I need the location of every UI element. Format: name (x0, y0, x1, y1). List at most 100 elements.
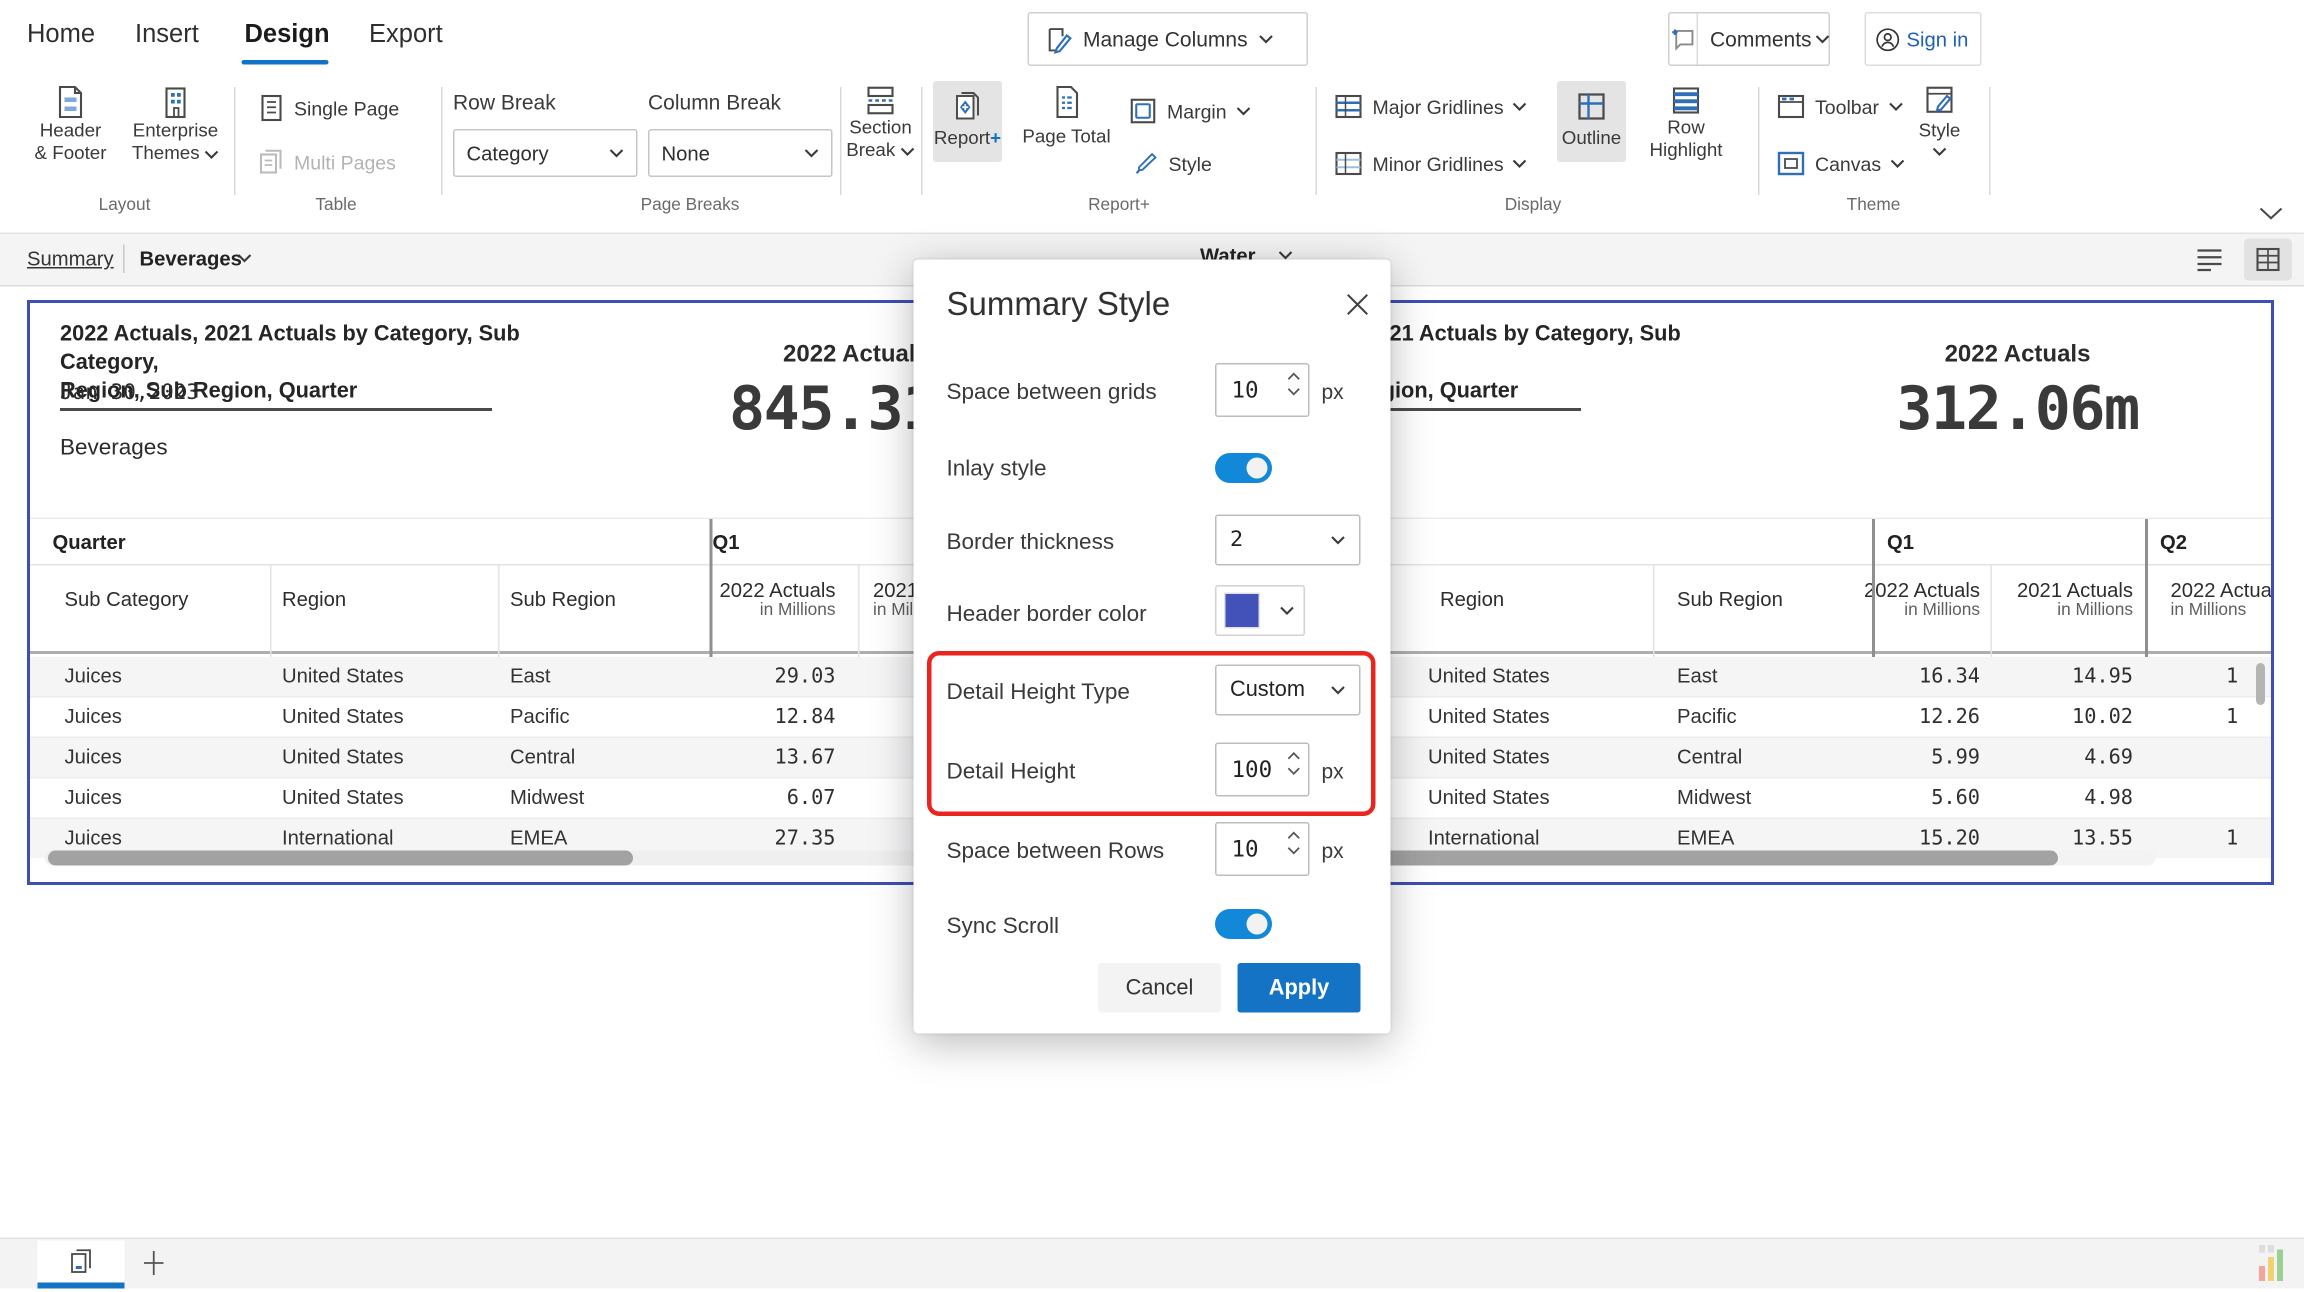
multi-pages-button[interactable]: Multi Pages (258, 147, 396, 177)
ribbon: Home Insert Design Export Manage Columns… (0, 0, 2304, 234)
row-highlight-label-2: Highlight (1650, 140, 1723, 163)
comments-button[interactable]: Comments (1668, 12, 1830, 66)
page-tab-active[interactable] (38, 1241, 125, 1283)
collapse-ribbon-chevron[interactable] (2259, 207, 2283, 221)
active-tab-underline (242, 60, 329, 65)
copy-page-icon (69, 1248, 93, 1275)
canvas-label: Canvas (1815, 152, 1881, 175)
grid-view-toggle[interactable] (2244, 239, 2292, 281)
detail-height-label: Detail Height (947, 759, 1076, 785)
left-q1-header: Q1 (713, 531, 740, 554)
border-thickness-select[interactable]: 2 (1215, 515, 1361, 566)
tab-insert[interactable]: Insert (135, 20, 199, 50)
vertical-scrollbar-thumb[interactable] (2256, 663, 2265, 705)
px-unit: px (1322, 759, 1344, 783)
enterprise-themes-label-2: Themes (132, 143, 200, 166)
group-label-table: Table (315, 197, 356, 215)
stepper-arrows[interactable] (1287, 752, 1301, 776)
left-category-label: Beverages (60, 435, 168, 461)
major-gridlines-label: Major Gridlines (1373, 95, 1504, 118)
theme-style-label: Style (1919, 120, 1961, 143)
cancel-button[interactable]: Cancel (1098, 963, 1221, 1013)
row-break-select[interactable]: Category (453, 129, 638, 177)
inlay-style-label: Inlay style (947, 456, 1047, 482)
single-page-label: Single Page (294, 97, 399, 120)
row-highlight-label-1: Row (1667, 117, 1705, 140)
apply-button[interactable]: Apply (1238, 963, 1361, 1013)
right-kpi-label: 2022 Actuals (1945, 342, 2091, 369)
section-break-button[interactable]: Section Break (845, 84, 917, 162)
theme-style-button[interactable]: Style (1902, 84, 1977, 156)
section-break-label-1: Section (849, 117, 912, 140)
horizontal-scrollbar-thumb[interactable] (48, 851, 633, 866)
single-page-button[interactable]: Single Page (258, 93, 399, 123)
report-style-button[interactable]: Style (1133, 150, 1212, 177)
row-highlight-button[interactable]: Row Highlight (1644, 84, 1728, 162)
space-between-rows-input[interactable]: 10 (1215, 822, 1310, 876)
group-label-page-breaks: Page Breaks (641, 197, 740, 215)
space-between-rows-label: Space between Rows (947, 839, 1165, 865)
outline-button[interactable]: Outline (1557, 81, 1626, 162)
active-page-indicator (38, 1283, 125, 1288)
minor-gridlines-icon (1334, 150, 1364, 177)
major-gridlines-icon (1334, 93, 1364, 120)
header-border-color-picker[interactable] (1215, 585, 1305, 636)
column-break-select[interactable]: None (648, 129, 833, 177)
sync-scroll-toggle[interactable] (1215, 909, 1272, 939)
report-plus-button[interactable]: Report+ (933, 81, 1002, 162)
inlay-style-toggle[interactable] (1215, 453, 1272, 483)
paint-brush-icon (1133, 150, 1160, 177)
add-comment-icon[interactable] (1670, 14, 1699, 65)
enterprise-themes-button[interactable]: Enterprise Themes (128, 84, 224, 165)
toolbar-label: Toolbar (1815, 95, 1879, 118)
margin-icon (1128, 96, 1158, 126)
water-chevron-icon[interactable] (1278, 251, 1293, 260)
left-col-sub-category: Sub Category (65, 588, 189, 611)
space-between-grids-input[interactable]: 10 (1215, 363, 1310, 417)
manage-columns-button[interactable]: Manage Columns (1028, 12, 1309, 66)
tab-design[interactable]: Design (245, 20, 330, 50)
minor-gridlines-button[interactable]: Minor Gridlines (1334, 150, 1528, 177)
person-icon (1875, 26, 1901, 52)
outline-label: Outline (1562, 128, 1621, 151)
toolbar-icon (1776, 93, 1806, 120)
margin-button[interactable]: Margin (1128, 96, 1251, 126)
section-break-icon (863, 84, 899, 117)
tab-export[interactable]: Export (369, 20, 443, 50)
tab-divider (123, 245, 125, 274)
comments-label: Comments (1698, 27, 1812, 51)
enterprise-themes-label-1: Enterprise (133, 120, 218, 143)
header-footer-button[interactable]: Header & Footer (30, 84, 111, 165)
beverages-chevron-icon[interactable] (237, 254, 252, 263)
report-plus-label: Report (934, 128, 990, 149)
column-break-label: Column Break (648, 90, 781, 114)
canvas-button[interactable]: Canvas (1776, 150, 1905, 177)
page-total-label: Page Total (1022, 126, 1110, 149)
page-total-button[interactable]: Page Total (1017, 84, 1116, 149)
report-plus-suffix: + (990, 128, 1001, 149)
tab-home[interactable]: Home (27, 20, 95, 50)
sign-in-button[interactable]: Sign in (1865, 12, 1982, 66)
detail-height-type-label: Detail Height Type (947, 680, 1130, 706)
brand-logo (2247, 1244, 2292, 1292)
multi-pages-label: Multi Pages (294, 151, 396, 174)
detail-height-input[interactable]: 100 (1215, 743, 1310, 797)
stepper-arrows[interactable] (1287, 372, 1301, 396)
tab-beverages[interactable]: Beverages (140, 248, 242, 271)
right-q1-header: Q1 (1887, 531, 1914, 554)
right-col-2022-actuals-q2: 2022 Actualsin Millions (2171, 579, 2275, 620)
sync-scroll-label: Sync Scroll (947, 914, 1060, 940)
close-icon[interactable] (1346, 293, 1370, 317)
add-page-button[interactable] (141, 1248, 167, 1278)
list-view-icon[interactable] (2195, 246, 2225, 273)
major-gridlines-button[interactable]: Major Gridlines (1334, 93, 1528, 120)
row-break-label: Row Break (453, 90, 556, 114)
left-col-region: Region (282, 588, 346, 611)
detail-height-type-select[interactable]: Custom (1215, 665, 1361, 716)
header-footer-label-1: Header (40, 120, 102, 143)
toolbar-button[interactable]: Toolbar (1776, 93, 1903, 120)
right-col-sub-region: Sub Region (1677, 588, 1783, 611)
stepper-arrows[interactable] (1287, 831, 1301, 855)
summary-style-dialog: Summary Style Space between grids 10 px … (914, 260, 1391, 1034)
tab-summary[interactable]: Summary (27, 248, 114, 271)
